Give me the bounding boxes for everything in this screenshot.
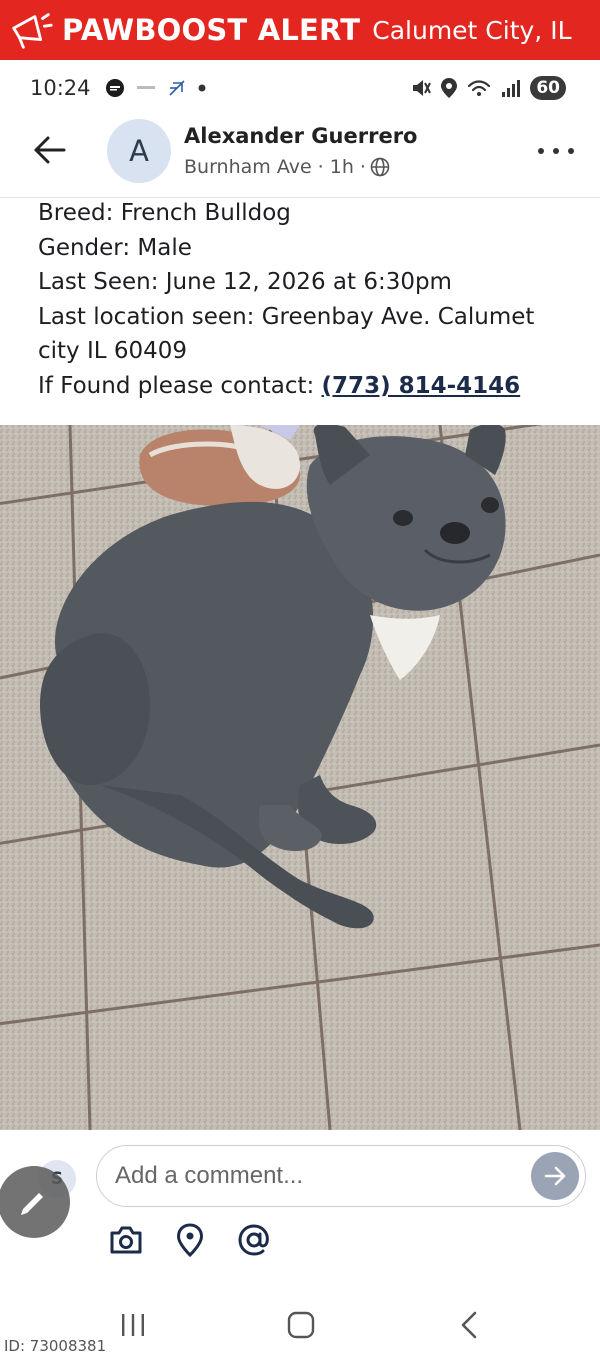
dog-photo[interactable]: [0, 425, 600, 1130]
recent-apps-icon: [122, 1314, 144, 1336]
back-button[interactable]: [30, 130, 70, 170]
post-location-cont: city IL 60409: [38, 338, 188, 364]
more-dots-icon: [568, 148, 574, 154]
app-notification-icon: [105, 78, 125, 98]
arrow-left-icon: [34, 136, 66, 164]
status-right: 60: [410, 60, 566, 116]
wifi-icon: [468, 80, 491, 96]
post-gender: Gender: Male: [38, 234, 192, 261]
more-dots-icon: [538, 148, 544, 154]
post-id-label: ID: 73008381: [4, 1337, 107, 1355]
map-pin-icon: [176, 1223, 204, 1257]
alert-city: Calumet City, IL: [372, 15, 572, 45]
post-header: A Alexander Guerrero Burnham Ave · 1h ·: [0, 116, 600, 198]
back-nav-button[interactable]: [452, 1308, 486, 1342]
post-last-seen: Last Seen: June 12, 2026 at 6:30pm: [38, 269, 452, 295]
post-contact: If Found please contact: (773) 814-4146: [38, 369, 578, 404]
author-avatar[interactable]: A: [107, 119, 171, 183]
more-notifications-dot-icon: [197, 83, 207, 93]
phone-link[interactable]: (773) 814-4146: [322, 373, 521, 399]
pawboost-alert-banner: PAWBOOST ALERT Calumet City, IL: [0, 0, 600, 60]
battery-indicator: 60: [530, 76, 566, 100]
post-meta: Burnham Ave · 1h ·: [184, 156, 390, 178]
comment-input[interactable]: Add a comment...: [96, 1145, 586, 1207]
post-meta-text: Burnham Ave · 1h ·: [184, 156, 366, 178]
app-notification-icon: [135, 78, 157, 98]
pencil-icon: [21, 1193, 43, 1215]
camera-icon: [110, 1226, 142, 1254]
globe-icon: [370, 157, 390, 177]
megaphone-icon: [12, 13, 53, 49]
location-icon: [441, 78, 458, 98]
alert-brand: PAWBOOST ALERT: [62, 13, 361, 47]
chevron-left-icon: [461, 1311, 477, 1339]
compose-fab[interactable]: [0, 1166, 70, 1238]
comment-placeholder: Add a comment...: [115, 1162, 304, 1189]
author-name[interactable]: Alexander Guerrero: [184, 124, 417, 148]
more-dots-icon: [553, 148, 559, 154]
app-notification-icon: [167, 78, 187, 98]
signal-icon: [502, 80, 521, 97]
status-bar: 10:24 60: [0, 60, 600, 116]
contact-label: If Found please contact:: [38, 372, 322, 399]
status-time: 10:24: [30, 76, 91, 100]
send-button[interactable]: [531, 1152, 579, 1200]
location-button[interactable]: [172, 1222, 208, 1258]
more-options-button[interactable]: [538, 144, 574, 158]
comment-tools: [108, 1222, 272, 1258]
post-breed: Breed: French Bulldog: [38, 200, 291, 226]
home-button[interactable]: [284, 1308, 318, 1342]
arrow-right-icon: [544, 1166, 566, 1186]
mention-button[interactable]: [236, 1222, 272, 1258]
post-location: Last location seen: Greenbay Ave. Calume…: [38, 303, 535, 330]
at-sign-icon: [238, 1224, 269, 1256]
mute-vibrate-icon: [413, 80, 432, 96]
camera-button[interactable]: [108, 1222, 144, 1258]
system-nav-bar: ID: 73008381: [0, 1290, 600, 1359]
post-body: Breed: French Bulldog Gender: Male Last …: [38, 196, 578, 403]
comment-area: S Add a comment...: [0, 1130, 600, 1290]
recent-apps-button[interactable]: [116, 1308, 150, 1342]
french-bulldog-photo: [0, 425, 600, 1130]
home-icon: [287, 1311, 315, 1339]
